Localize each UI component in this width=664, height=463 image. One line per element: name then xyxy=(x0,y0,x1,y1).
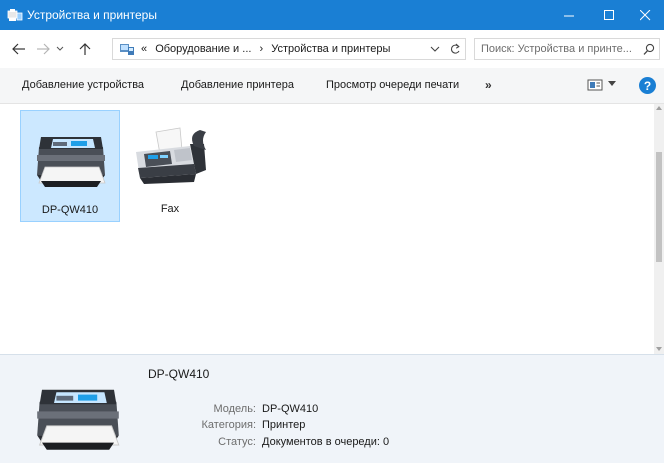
search-placeholder: Поиск: Устройства и принте... xyxy=(481,43,632,55)
breadcrumb-devices[interactable]: Устройства и принтеры xyxy=(271,43,390,55)
add-device-button[interactable]: Добавление устройства xyxy=(22,79,144,91)
category-value: Принтер xyxy=(262,419,306,431)
printer-icon xyxy=(37,137,106,187)
add-printer-button[interactable]: Добавление принтера xyxy=(181,79,294,91)
device-label: Fax xyxy=(160,203,180,215)
address-bar[interactable]: « Оборудование и ... › Устройства и прин… xyxy=(112,38,466,60)
device-tile-fax[interactable]: Fax xyxy=(120,110,220,222)
vertical-scrollbar[interactable] xyxy=(654,104,664,354)
maximize-icon xyxy=(603,9,614,20)
details-device-name: DP-QW410 xyxy=(148,367,210,381)
view-options-icon[interactable] xyxy=(587,79,603,91)
control-panel-icon xyxy=(120,44,134,55)
print-queue-button[interactable]: Просмотр очереди печати xyxy=(326,79,459,91)
status-label: Статус: xyxy=(218,436,256,448)
status-value: Документов в очереди: 0 xyxy=(262,436,390,448)
up-button[interactable] xyxy=(76,41,94,57)
minimize-button[interactable] xyxy=(548,0,590,30)
device-list: DP-QW410 Fax xyxy=(0,104,664,354)
device-label: DP-QW410 xyxy=(41,204,99,216)
help-button[interactable]: ? xyxy=(639,77,656,94)
address-toolbar: « Оборудование и ... › Устройства и прин… xyxy=(0,30,664,68)
chevron-down-icon xyxy=(56,46,64,51)
search-icon[interactable] xyxy=(643,42,655,56)
arrow-left-icon xyxy=(12,43,25,55)
close-icon xyxy=(639,9,650,20)
more-commands-button[interactable]: » xyxy=(485,78,492,92)
back-button[interactable] xyxy=(10,41,28,57)
minimize-icon xyxy=(563,15,574,16)
command-bar: Добавление устройства Добавление принтер… xyxy=(0,68,664,104)
scroll-thumb[interactable] xyxy=(656,152,662,262)
chevron-down-icon[interactable] xyxy=(608,81,616,87)
breadcrumb-separator[interactable]: › xyxy=(260,43,264,55)
printer-icon xyxy=(37,389,120,450)
scroll-up-arrow[interactable] xyxy=(656,106,662,110)
category-label: Категория: xyxy=(201,419,256,431)
breadcrumb: « Оборудование и ... › Устройства и прин… xyxy=(141,43,395,55)
close-button[interactable] xyxy=(624,0,664,30)
scroll-down-arrow[interactable] xyxy=(656,347,662,351)
model-label: Модель: xyxy=(213,403,256,415)
arrow-right-icon xyxy=(37,43,50,55)
devices-printers-icon xyxy=(7,9,23,21)
model-value: DP-QW410 xyxy=(262,403,319,415)
forward-button[interactable] xyxy=(34,41,52,57)
details-pane: DP-QW410 Модель: DP-QW410 Категория: При… xyxy=(0,354,664,463)
fax-icon xyxy=(136,127,206,184)
device-tile-dp-qw410[interactable]: DP-QW410 xyxy=(20,110,120,222)
recent-locations-button[interactable] xyxy=(54,41,66,57)
search-input[interactable]: Поиск: Устройства и принте... xyxy=(474,38,660,60)
chevron-down-icon[interactable] xyxy=(429,42,441,56)
refresh-icon[interactable] xyxy=(449,42,461,56)
breadcrumb-overflow[interactable]: « xyxy=(141,43,147,55)
arrow-up-icon xyxy=(79,43,91,55)
window-title: Устройства и принтеры xyxy=(27,8,157,22)
breadcrumb-hardware[interactable]: Оборудование и ... xyxy=(155,43,251,55)
title-bar[interactable]: Устройства и принтеры xyxy=(0,0,664,30)
